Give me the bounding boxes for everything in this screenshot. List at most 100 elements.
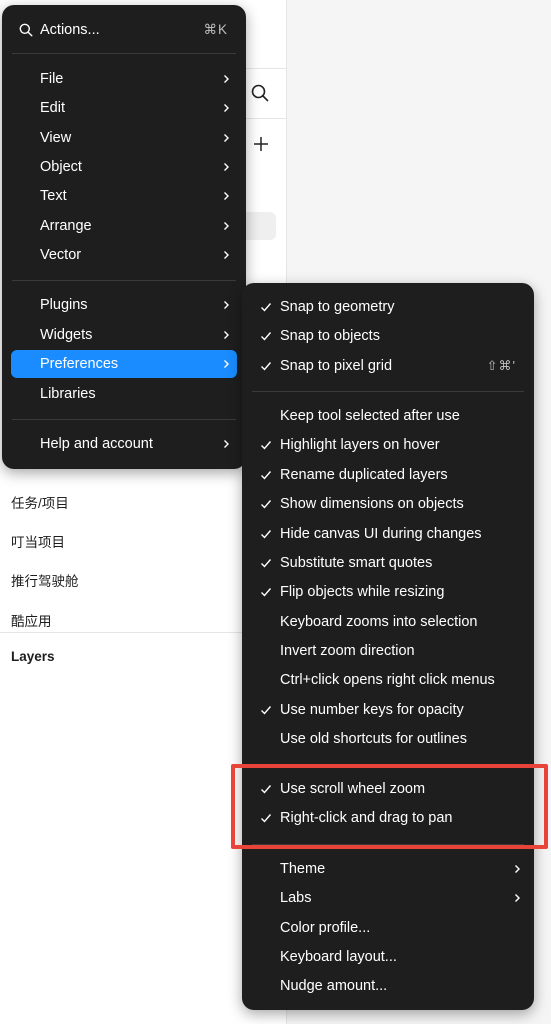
pref-snap-to-objects[interactable]: Snap to objects (250, 322, 526, 350)
page-item[interactable]: 推行驾驶舱 (11, 570, 79, 590)
pref-label: Substitute smart quotes (280, 555, 433, 571)
pref-hide-canvas-ui[interactable]: Hide canvas UI during changes (250, 520, 526, 548)
menu-separator (12, 280, 236, 281)
actions-search[interactable]: Actions... ⌘K (2, 15, 246, 45)
pref-flip-objects[interactable]: Flip objects while resizing (250, 578, 526, 606)
pref-label: Keyboard layout... (280, 949, 397, 965)
pref-show-dimensions[interactable]: Show dimensions on objects (250, 490, 526, 518)
pref-label: Highlight layers on hover (280, 437, 440, 453)
menu-item-preferences[interactable]: Preferences (11, 350, 237, 378)
pref-label: Use scroll wheel zoom (280, 781, 426, 797)
menu-separator (12, 53, 236, 54)
checkmark-icon (261, 706, 272, 715)
pref-scroll-wheel-zoom[interactable]: Use scroll wheel zoom (250, 775, 526, 803)
preferences-submenu: Snap to geometry Snap to objects Snap to… (242, 283, 534, 1010)
menu-item-file[interactable]: File (11, 65, 237, 93)
menu-separator (252, 764, 524, 765)
chevron-right-icon (224, 222, 229, 230)
checkmark-icon (261, 530, 272, 539)
pref-label: Keyboard zooms into selection (280, 614, 478, 630)
menu-separator (12, 419, 236, 420)
pref-number-keys-opacity[interactable]: Use number keys for opacity (250, 696, 526, 724)
chevron-right-icon (224, 301, 229, 309)
checkmark-icon (261, 785, 272, 794)
pref-label: Rename duplicated layers (280, 467, 448, 483)
page-item[interactable]: 酷应用 (11, 610, 52, 630)
menu-item-view[interactable]: View (11, 124, 237, 152)
page-item[interactable]: 任务/项目 (11, 492, 69, 512)
pref-labs[interactable]: Labs (250, 884, 526, 912)
pref-invert-zoom[interactable]: Invert zoom direction (250, 637, 526, 665)
pref-label: Use old shortcuts for outlines (280, 731, 467, 747)
pref-label: Hide canvas UI during changes (280, 526, 482, 542)
chevron-right-icon (224, 75, 229, 83)
pref-label: Right-click and drag to pan (280, 810, 453, 826)
menu-item-label: Text (40, 188, 67, 204)
menu-item-label: Vector (40, 247, 82, 263)
menu-item-label: Libraries (40, 386, 96, 402)
pref-label: Labs (280, 890, 312, 906)
menu-item-plugins[interactable]: Plugins (11, 291, 237, 319)
pref-ctrl-click-menus[interactable]: Ctrl+click opens right click menus (250, 666, 526, 694)
actions-label: Actions... (40, 22, 100, 38)
menu-item-arrange[interactable]: Arrange (11, 212, 237, 240)
checkmark-icon (261, 500, 272, 509)
pref-nudge-amount[interactable]: Nudge amount... (250, 972, 526, 1000)
menu-item-label: Help and account (40, 436, 153, 452)
pref-label: Snap to geometry (280, 299, 395, 315)
chevron-right-icon (224, 360, 229, 368)
pref-label: Nudge amount... (280, 978, 388, 994)
checkmark-icon (261, 332, 272, 341)
search-icon (19, 23, 33, 37)
pref-snap-to-pixel-grid[interactable]: Snap to pixel grid ⇧⌘' (250, 352, 526, 380)
pref-rename-duplicated-layers[interactable]: Rename duplicated layers (250, 461, 526, 489)
main-menu: Actions... ⌘K File Edit View Object Text… (2, 5, 246, 469)
pref-label: Snap to pixel grid (280, 358, 393, 374)
pref-theme[interactable]: Theme (250, 855, 526, 883)
menu-item-label: View (40, 130, 72, 146)
add-page-icon[interactable] (247, 130, 275, 158)
pref-old-outline-shortcuts[interactable]: Use old shortcuts for outlines (250, 725, 526, 753)
pref-color-profile[interactable]: Color profile... (250, 914, 526, 942)
pref-highlight-layers-on-hover[interactable]: Highlight layers on hover (250, 431, 526, 459)
menu-item-libraries[interactable]: Libraries (11, 380, 237, 408)
chevron-right-icon (224, 163, 229, 171)
pref-right-click-drag-pan[interactable]: Right-click and drag to pan (250, 804, 526, 832)
menu-item-widgets[interactable]: Widgets (11, 321, 237, 349)
menu-item-object[interactable]: Object (11, 153, 237, 181)
menu-item-label: Arrange (40, 218, 92, 234)
chevron-right-icon (224, 134, 229, 142)
checkmark-icon (261, 814, 272, 823)
checkmark-icon (261, 303, 272, 312)
pref-label: Color profile... (280, 920, 371, 936)
page-item[interactable]: 叮当项目 (11, 531, 65, 551)
chevron-right-icon (515, 894, 520, 902)
pref-keep-tool-selected[interactable]: Keep tool selected after use (250, 402, 526, 430)
menu-item-label: Edit (40, 100, 65, 116)
pref-smart-quotes[interactable]: Substitute smart quotes (250, 549, 526, 577)
menu-item-help-and-account[interactable]: Help and account (11, 430, 237, 458)
pref-label: Flip objects while resizing (280, 584, 445, 600)
pref-label: Theme (280, 861, 326, 877)
pref-snap-to-geometry[interactable]: Snap to geometry (250, 293, 526, 321)
menu-item-label: Object (40, 159, 82, 175)
pref-keyboard-zooms[interactable]: Keyboard zooms into selection (250, 608, 526, 636)
pref-label: Use number keys for opacity (280, 702, 464, 718)
chevron-right-icon (515, 865, 520, 873)
pref-keyboard-layout[interactable]: Keyboard layout... (250, 943, 526, 971)
checkmark-icon (261, 588, 272, 597)
menu-item-edit[interactable]: Edit (11, 94, 237, 122)
checkmark-icon (261, 559, 272, 568)
chevron-right-icon (224, 440, 229, 448)
menu-item-vector[interactable]: Vector (11, 241, 237, 269)
menu-item-text[interactable]: Text (11, 182, 237, 210)
checkmark-icon (261, 471, 272, 480)
menu-item-label: Widgets (40, 327, 93, 343)
chevron-right-icon (224, 192, 229, 200)
search-icon[interactable] (246, 79, 274, 107)
layers-title: Layers (11, 649, 55, 664)
pref-label: Snap to objects (280, 328, 380, 344)
menu-item-label: File (40, 71, 64, 87)
toolbar-divider-mid (246, 118, 286, 119)
checkmark-icon (261, 441, 272, 450)
